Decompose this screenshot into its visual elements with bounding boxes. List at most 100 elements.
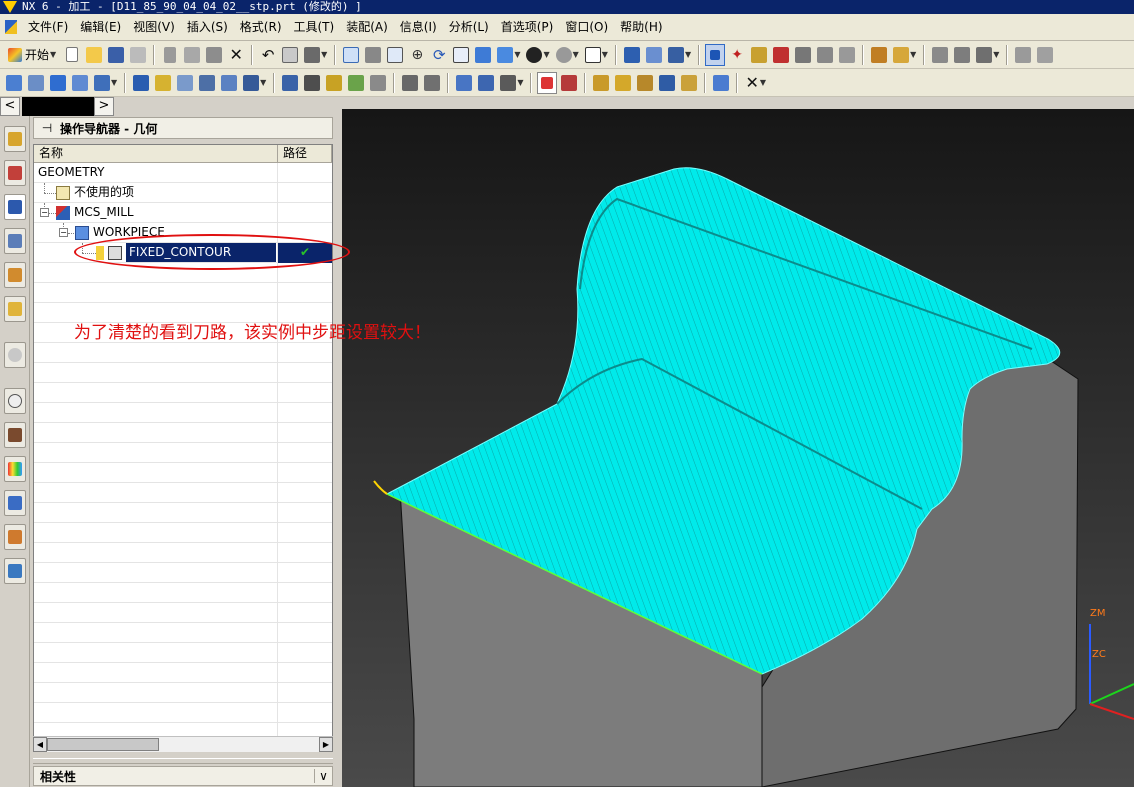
- create-method-button[interactable]: [70, 72, 90, 94]
- wcs-rotate-button[interactable]: ▼: [666, 44, 693, 66]
- shop-doc-button[interactable]: [537, 71, 558, 94]
- menu-file[interactable]: 文件(F): [22, 16, 74, 38]
- zoom-in-button[interactable]: ⊕: [407, 44, 427, 66]
- menu-window[interactable]: 窗口(O): [559, 16, 614, 38]
- measure-button[interactable]: [869, 44, 889, 66]
- tree-row-mcs-mill[interactable]: − MCS_MILL: [34, 203, 332, 223]
- menu-edit[interactable]: 编辑(E): [74, 16, 127, 38]
- print-button[interactable]: [128, 44, 148, 66]
- fit-view-button[interactable]: [341, 44, 361, 66]
- column-header-name[interactable]: 名称: [34, 145, 278, 163]
- workpiece-view-button[interactable]: [368, 72, 388, 94]
- system-materials-tab[interactable]: [4, 422, 26, 448]
- program-order-view-button[interactable]: [280, 72, 300, 94]
- app-menu-icon[interactable]: [0, 16, 22, 38]
- sync-button[interactable]: [1035, 44, 1055, 66]
- hd3d-tools-tab[interactable]: [4, 296, 26, 322]
- pan-button[interactable]: [451, 44, 471, 66]
- delete-button[interactable]: ✕: [226, 44, 246, 66]
- display-object-button[interactable]: [476, 72, 496, 94]
- generate-toolpath-button[interactable]: [131, 72, 151, 94]
- hide-button[interactable]: ▼: [974, 44, 1001, 66]
- repeat-command-button[interactable]: [280, 44, 300, 66]
- feed-rate-button[interactable]: [591, 72, 611, 94]
- render-style-button[interactable]: ▼: [524, 44, 551, 66]
- snap-quadrant-button[interactable]: [815, 44, 835, 66]
- verify-toolpath-button[interactable]: [197, 72, 217, 94]
- collapse-icon[interactable]: −: [59, 228, 68, 237]
- snap-end-button[interactable]: [749, 44, 769, 66]
- snap-center-button[interactable]: [793, 44, 813, 66]
- snap-mid-button[interactable]: [771, 44, 791, 66]
- close-toolbar-button[interactable]: ✕ ▼: [743, 72, 768, 94]
- orient-view-button[interactable]: ▼: [495, 44, 522, 66]
- new-file-button[interactable]: [62, 44, 82, 66]
- save-button[interactable]: [106, 44, 126, 66]
- replay-toolpath-button[interactable]: [153, 72, 173, 94]
- menu-info[interactable]: 信息(I): [394, 16, 443, 38]
- analysis-button[interactable]: ▼: [891, 44, 918, 66]
- perspective-button[interactable]: [473, 44, 493, 66]
- batch-process-button[interactable]: [559, 72, 579, 94]
- object-display-button[interactable]: [952, 44, 972, 66]
- palette-tab[interactable]: [4, 456, 26, 482]
- process-studio-tab[interactable]: [4, 490, 26, 516]
- create-geometry-button[interactable]: [48, 72, 68, 94]
- rotate-button[interactable]: ⟳: [429, 44, 449, 66]
- remove-material-button[interactable]: [679, 72, 699, 94]
- menu-preferences[interactable]: 首选项(P): [495, 16, 560, 38]
- tool-path-edit-button[interactable]: [613, 72, 633, 94]
- scrollbar-thumb[interactable]: [47, 738, 159, 751]
- ipw-button[interactable]: [711, 72, 731, 94]
- menu-insert[interactable]: 插入(S): [181, 16, 234, 38]
- info-object-button[interactable]: ▼: [498, 72, 525, 94]
- navigator-horizontal-scrollbar[interactable]: ◀ ▶: [33, 736, 333, 752]
- graphics-window[interactable]: ZM ZC: [342, 109, 1134, 787]
- roles-tab[interactable]: [4, 524, 26, 550]
- tab-scroll-left-icon[interactable]: <: [0, 97, 20, 116]
- postprocess-button[interactable]: ▼: [241, 72, 268, 94]
- copy-object-button[interactable]: [422, 72, 442, 94]
- tree-row-geometry[interactable]: GEOMETRY: [34, 163, 332, 183]
- menu-view[interactable]: 视图(V): [127, 16, 181, 38]
- scroll-left-icon[interactable]: ◀: [33, 737, 47, 752]
- system-scene-tab[interactable]: [4, 558, 26, 584]
- web-browser-tab[interactable]: [4, 342, 26, 368]
- create-operation-button[interactable]: ▼: [92, 72, 119, 94]
- menu-tools[interactable]: 工具(T): [288, 16, 341, 38]
- selection-filter-button[interactable]: ▼: [302, 44, 329, 66]
- wcs-origin-button[interactable]: [644, 44, 664, 66]
- background-button[interactable]: ▼: [554, 44, 581, 66]
- part-navigator-tab[interactable]: [4, 160, 26, 186]
- tree-row-unused-items[interactable]: 不使用的项: [34, 183, 332, 203]
- collision-check-button[interactable]: [657, 72, 677, 94]
- start-button[interactable]: 开始 ▼: [4, 44, 60, 66]
- assembly-navigator-tab[interactable]: [4, 126, 26, 152]
- create-tool-button[interactable]: [26, 72, 46, 94]
- machining-method-view-button[interactable]: [346, 72, 366, 94]
- transform-object-button[interactable]: [454, 72, 474, 94]
- simulate-button[interactable]: [219, 72, 239, 94]
- gouge-check-button[interactable]: [635, 72, 655, 94]
- paste-button[interactable]: [204, 44, 224, 66]
- panel-splitter[interactable]: [33, 758, 333, 764]
- wcs-button[interactable]: [622, 44, 642, 66]
- undo-button[interactable]: ↶: [258, 44, 278, 66]
- menu-help[interactable]: 帮助(H): [614, 16, 668, 38]
- snap-point-button[interactable]: ✦: [727, 44, 747, 66]
- edit-object-button[interactable]: [930, 44, 950, 66]
- column-header-path[interactable]: 路径: [278, 145, 332, 163]
- pin-icon[interactable]: ⊣: [34, 121, 60, 135]
- cut-object-button[interactable]: [400, 72, 420, 94]
- menu-assembly[interactable]: 装配(A): [340, 16, 394, 38]
- zoom-button[interactable]: [363, 44, 383, 66]
- geometry-view-button[interactable]: [324, 72, 344, 94]
- machine-tool-view-button[interactable]: [302, 72, 322, 94]
- menu-format[interactable]: 格式(R): [234, 16, 288, 38]
- copy-button[interactable]: [182, 44, 202, 66]
- zoom-fit-button[interactable]: [385, 44, 405, 66]
- operation-navigator-tab[interactable]: [4, 194, 26, 220]
- machine-navigator-tab[interactable]: [4, 228, 26, 254]
- snap-existing-button[interactable]: [837, 44, 857, 66]
- cut-button[interactable]: [160, 44, 180, 66]
